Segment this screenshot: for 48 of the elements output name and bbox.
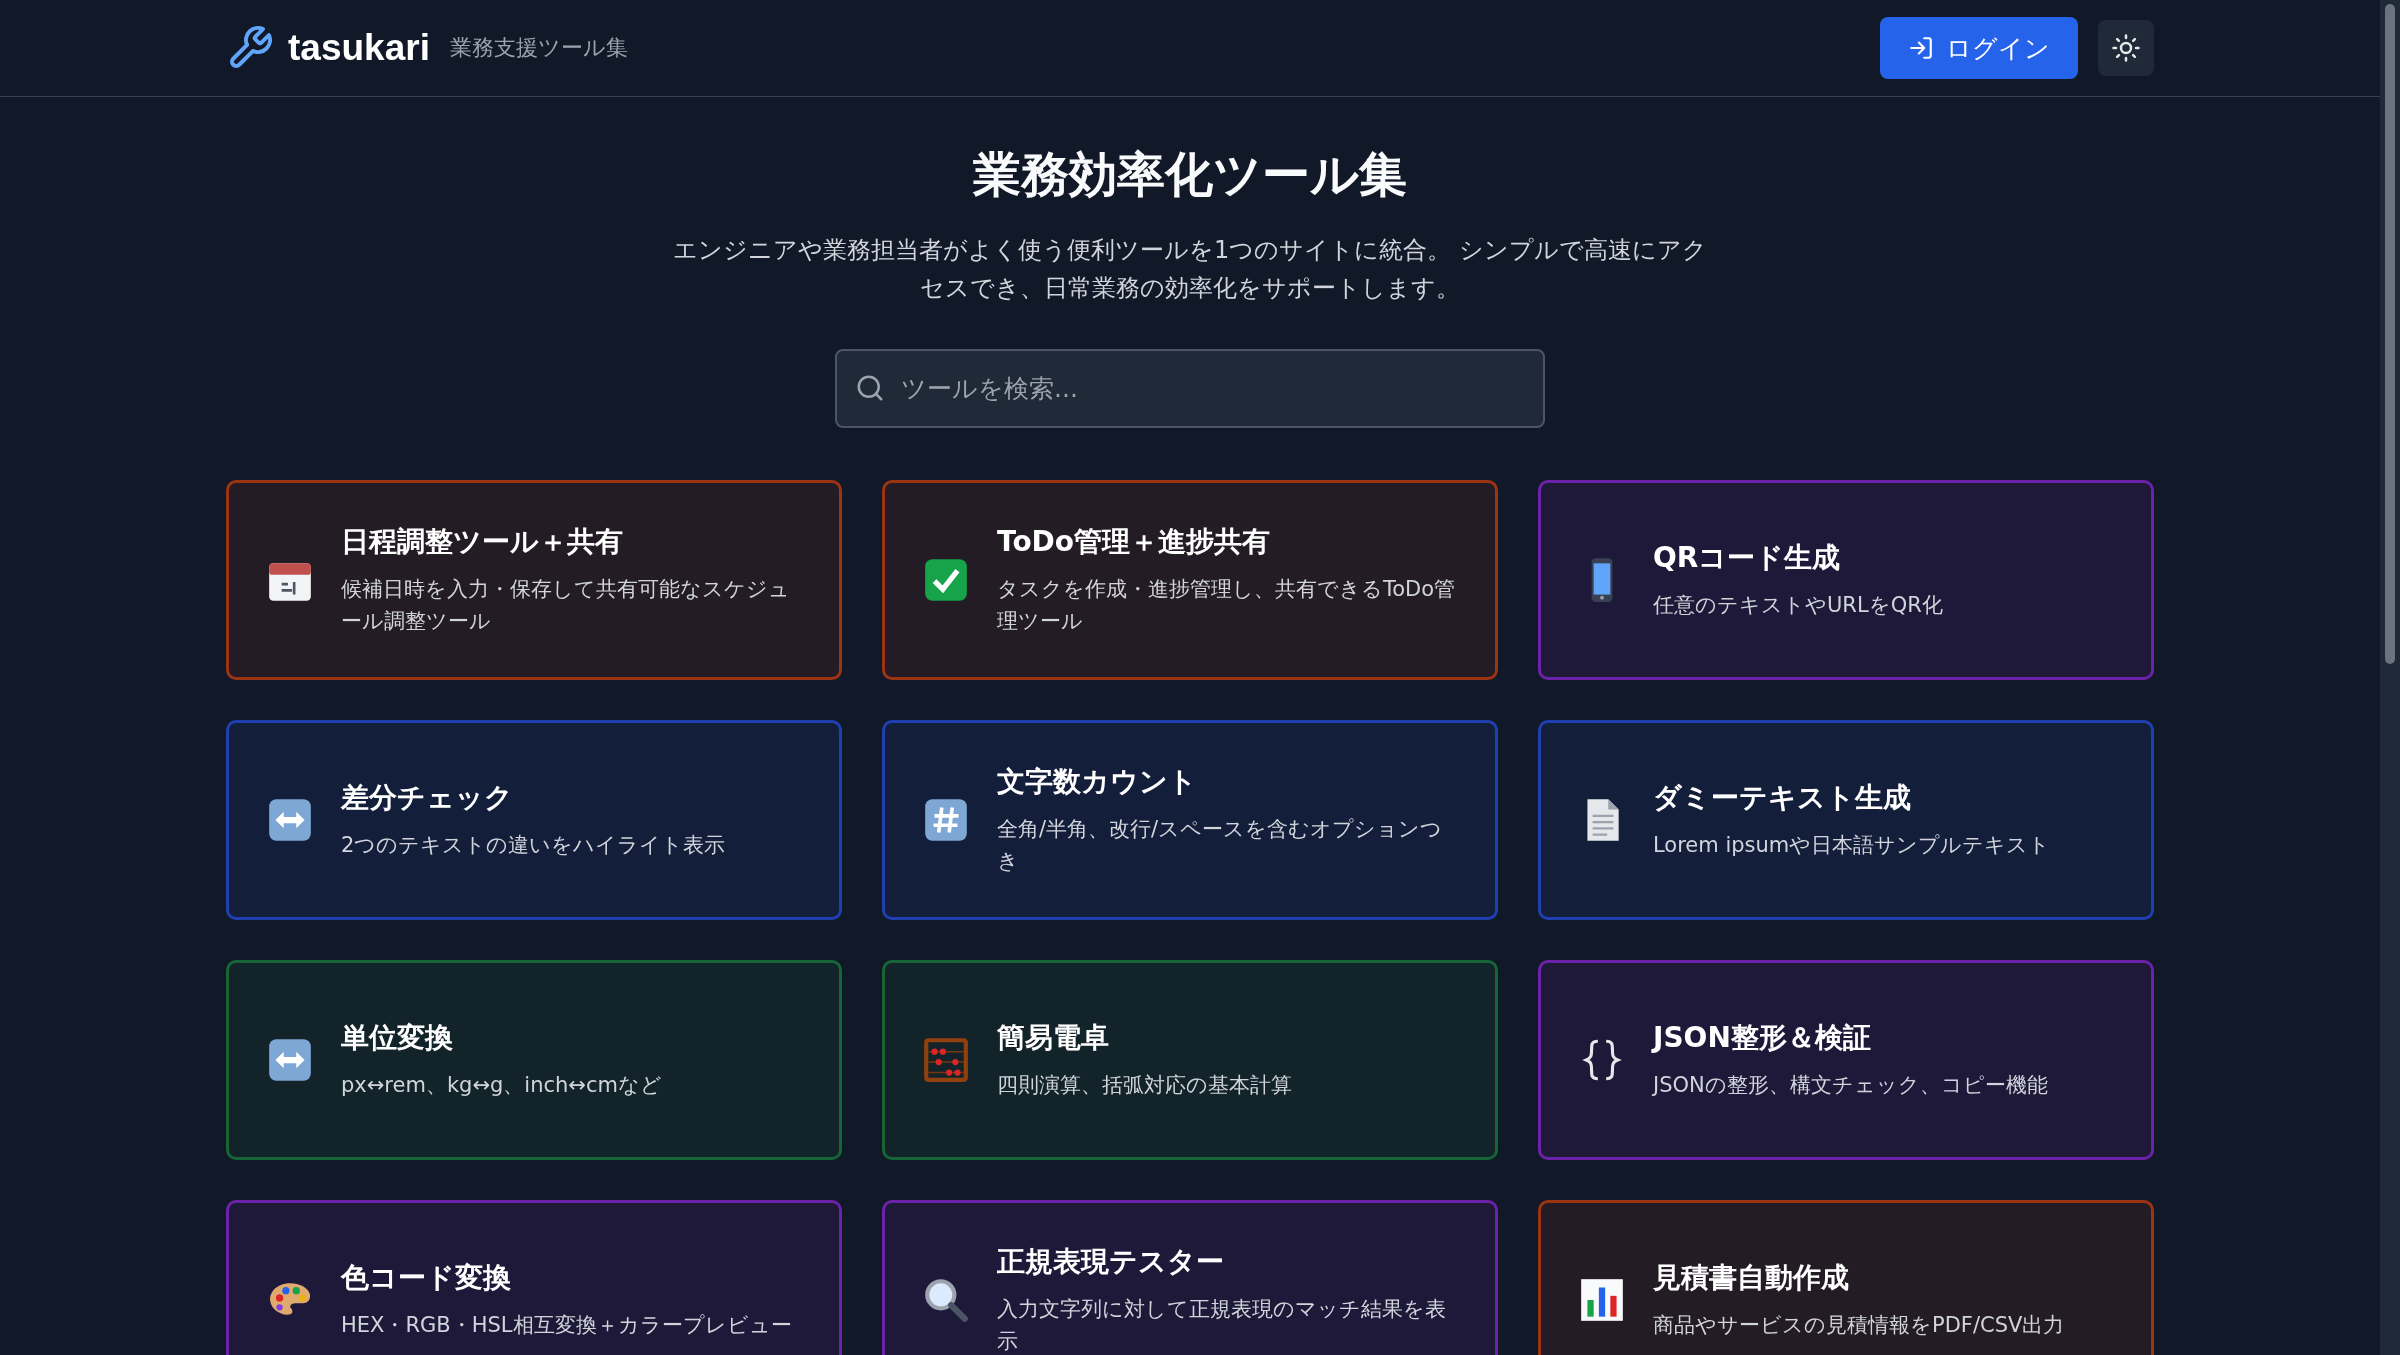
tool-description: px↔rem、kg↔g、inch↔cmなど — [341, 1072, 662, 1099]
tool-description: Lorem ipsumや日本語サンプルテキスト — [1653, 832, 2051, 859]
tool-card[interactable]: 文字数カウント 全角/半角、改行/スペースを含むオプションつき — [882, 720, 1498, 920]
tool-description: 商品やサービスの見積情報をPDF/CSV出力 — [1653, 1312, 2065, 1339]
tool-description: タスクを作成・進捗管理し、共有できるToDo管理ツール — [997, 576, 1457, 635]
tool-card[interactable]: 色コード変換 HEX・RGB・HSL相互変換＋カラープレビュー — [226, 1200, 842, 1355]
tool-title: JSON整形＆検証 — [1653, 1020, 1872, 1056]
tool-title: 日程調整ツール＋共有 — [341, 524, 624, 560]
tool-title: ToDo管理＋進捗共有 — [997, 524, 1272, 560]
tool-card[interactable]: ToDo管理＋進捗共有 タスクを作成・進捗管理し、共有できるToDo管理ツール — [882, 480, 1498, 680]
tool-title: 単位変換 — [341, 1020, 454, 1056]
tool-card[interactable]: ダミーテキスト生成 Lorem ipsumや日本語サンプルテキスト — [1538, 720, 2154, 920]
login-button[interactable]: ログイン — [1880, 17, 2078, 79]
tool-title: 簡易電卓 — [997, 1020, 1110, 1056]
tool-title: 差分チェック — [341, 780, 514, 816]
tool-card[interactable]: 簡易電卓 四則演算、括弧対応の基本計算 — [882, 960, 1498, 1160]
tool-description: JSONの整形、構文チェック、コピー機能 — [1653, 1072, 2048, 1099]
tool-card[interactable]: 単位変換 px↔rem、kg↔g、inch↔cmなど — [226, 960, 842, 1160]
theme-toggle-button[interactable] — [2098, 20, 2154, 76]
search-field[interactable]: ツールを検索... — [835, 349, 1545, 428]
login-icon — [1908, 35, 1934, 61]
tool-card[interactable]: 正規表現テスター 入力文字列に対して正規表現のマッチ結果を表示 — [882, 1200, 1498, 1355]
sun-icon — [2111, 33, 2141, 63]
scrollbar[interactable] — [2380, 0, 2400, 1355]
tool-description: 入力文字列に対して正規表現のマッチ結果を表示 — [997, 1296, 1447, 1355]
tool-description: 全角/半角、改行/スペースを含むオプションつき — [997, 816, 1444, 875]
tool-description: HEX・RGB・HSL相互変換＋カラープレビュー — [341, 1312, 792, 1339]
tool-card[interactable]: JSON整形＆検証 JSONの整形、構文チェック、コピー機能 — [1538, 960, 2154, 1160]
tool-title: 文字数カウント — [997, 764, 1198, 800]
tool-title: ダミーテキスト生成 — [1653, 780, 1912, 816]
tool-title: 正規表現テスター — [997, 1244, 1225, 1280]
tool-card[interactable]: QRコード生成 任意のテキストやURLをQR化 — [1538, 480, 2154, 680]
tool-description: 任意のテキストやURLをQR化 — [1653, 592, 1943, 619]
tool-description: 候補日時を入力・保存して共有可能なスケジュール調整ツール — [341, 576, 791, 635]
tool-card[interactable]: 見積書自動作成 商品やサービスの見積情報をPDF/CSV出力 — [1538, 1200, 2154, 1355]
site-subtitle: 業務支援ツール集 — [449, 34, 628, 62]
tool-title: 見積書自動作成 — [1653, 1260, 1850, 1296]
tool-description: 2つのテキストの違いをハイライト表示 — [341, 832, 726, 859]
tool-card[interactable]: 差分チェック 2つのテキストの違いをハイライト表示 — [226, 720, 842, 920]
abacus-icon — [921, 1035, 971, 1085]
page-description: エンジニアや業務担当者がよく使う便利ツールを1つのサイトに統合。 シンプルで高速にアクセスでき、日常業務の効率化をサポートします。 — [672, 235, 1708, 304]
tool-title: QRコード生成 — [1653, 540, 1842, 576]
tool-card[interactable]: 日程調整ツール＋共有 候補日時を入力・保存して共有可能なスケジュール調整ツール — [226, 480, 842, 680]
logo-text[interactable]: tasukari — [288, 27, 430, 69]
tool-description: 四則演算、括弧対応の基本計算 — [997, 1072, 1292, 1099]
page-title: 業務効率化ツール集 — [973, 145, 1407, 204]
tool-title: 色コード変換 — [341, 1260, 512, 1296]
search-icon — [855, 373, 885, 403]
